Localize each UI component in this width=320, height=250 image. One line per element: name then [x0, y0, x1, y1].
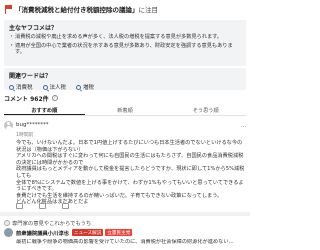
avatar[interactable] [4, 228, 13, 237]
help-icon[interactable]: ? [51, 95, 58, 101]
comment-line: 全体で8%にシステムで数値を上げる事をかけて、わずか1%もやってもいいと思ってい… [16, 179, 244, 193]
search-icon [42, 84, 48, 90]
main-points-title: 主なヤフコメは？ [9, 25, 58, 32]
comment-sort-tabs: おすすめ順 新着順 そう思う順 [4, 104, 246, 116]
comment-timestamp: 1時間前 [16, 133, 34, 138]
agree-icon[interactable] [39, 203, 46, 209]
expert-comment-text: 最初に戦争や紛争の物価高の影響を受けていたのに、消費税が社会保障の財源化が進めな… [16, 239, 234, 245]
expert-comment-card: 前衆議院議員小川淳也 ニュース解説 立憲民主党 最初に戦争や紛争の物価高の影響を… [4, 228, 246, 250]
related-keywords-title: 関連ワードは？ [9, 73, 52, 80]
comments-header: コメント 962件 ? [4, 94, 246, 103]
main-point-item: ・ 消費税の減税や廃止を求める声が多く、法人税の増税を提案する意見が多数見られま… [9, 34, 222, 40]
comment-line: 今でも、いけないんだよ。日本で1円値上げするたびにいつも日本生活者のでないといけ… [16, 140, 243, 153]
expert-name[interactable]: 前衆議院議員小川淳也 [16, 229, 69, 237]
keyword-link[interactable]: 増税 [76, 83, 94, 91]
related-keywords-box: 関連ワードは？ 消費税 法人税 増税 [4, 68, 246, 91]
topic-title[interactable]: 「消費税減税と給付付き税額控除の議論」に注目 [15, 4, 158, 14]
comment-card: bug******** … 1時間前 今でも、いけないんだよ。日本で1円値上げす… [4, 120, 246, 210]
comment-line: アメリカへの関税はすぐに変わって何にも自国民の生活にはもたらさず、自国民の食品消… [16, 153, 244, 166]
comment-actions [4, 202, 246, 210]
tab-agree[interactable]: そう思う順 [165, 104, 246, 115]
tab-newest[interactable]: 新着順 [85, 104, 166, 115]
expert-header: 前衆議院議員小川淳也 ニュース解説 立憲民主党 [4, 228, 246, 237]
expert-badge: 立憲民主党 [105, 229, 133, 236]
expert-badge-icon [4, 220, 10, 226]
keyword-link[interactable]: 消費税 [9, 83, 33, 91]
main-points-box: 主なヤフコメは？ ・ 消費税の減税や廃止を求める声が多く、法人税の増税を提案する… [4, 20, 246, 66]
comment-body: 今でも、いけないんだよ。日本で1円値上げするたびにいつも日本生活者のでないといけ… [4, 140, 246, 206]
comment-username[interactable]: bug******** [16, 122, 241, 128]
search-icon [76, 84, 82, 90]
comment-header: bug******** … [4, 120, 246, 130]
expert-section-label: 専門家の意見やこれからでもうち [4, 219, 91, 227]
keyword-link[interactable]: 法人税 [42, 83, 66, 91]
comment-line: 政府議員はもっとメディアを動かして税金を提言したらどうですか、現状に即して1%か… [16, 166, 245, 179]
flag-icon [4, 4, 13, 14]
more-options-icon[interactable]: … [241, 122, 247, 129]
keyword-list: 消費税 法人税 増税 [9, 83, 241, 91]
topic-header: 「消費税減税と給付付き税額控除の議論」に注目 [0, 0, 250, 18]
expert-badge: ニュース解説 [71, 229, 104, 236]
search-icon [9, 84, 14, 90]
avatar[interactable] [4, 120, 13, 130]
reply-icon[interactable] [16, 203, 23, 209]
section-divider [0, 212, 250, 216]
comments-count-title: コメント 962件 [4, 95, 49, 103]
disagree-icon[interactable] [62, 203, 69, 209]
main-point-item: ・ 適用が全国の中心で業者の状況を示すある意見が多数あり、財政安定を強調する意見… [9, 42, 233, 56]
tab-recommended[interactable]: おすすめ順 [4, 104, 85, 115]
